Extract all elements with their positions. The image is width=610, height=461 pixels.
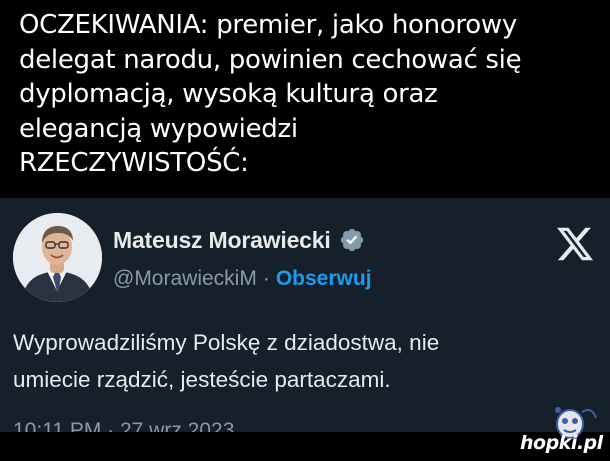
site-watermark: hopki.pl [502, 402, 603, 458]
tweet-text: Wyprowadziliśmy Polskę z dziadostwa, nie… [13, 324, 583, 398]
caption-line: delegat narodu, powinien cechować się [19, 44, 522, 75]
verified-badge-icon [340, 228, 363, 252]
caption-line: elegancją wypowiedzi [19, 113, 298, 144]
author-handle-row: @MorawieckiM · Obserwuj [113, 264, 372, 294]
avatar[interactable] [13, 213, 102, 302]
watermark-text: hopki.pl [520, 432, 603, 454]
author-name-row: Mateusz Morawiecki [113, 222, 365, 258]
tweet-timestamp[interactable]: 10:11 PM · 27 wrz 2023 [13, 416, 234, 432]
tweet-text-line: Wyprowadziliśmy Polskę z dziadostwa, nie [13, 330, 440, 355]
tweet-text-line: umiecie rządzić, jesteście partaczami. [13, 367, 391, 392]
meme-caption: OCZEKIWANIA: premier, jako honorowy dele… [0, 0, 610, 198]
tweet-card: Mateusz Morawiecki @MorawieckiM · Obserw… [0, 198, 610, 432]
x-logo-icon[interactable] [554, 224, 596, 264]
follow-button[interactable]: Obserwuj [276, 267, 372, 291]
caption-line: RZECZYWISTOŚĆ: [19, 148, 249, 178]
avatar-portrait-icon [13, 213, 102, 302]
author-handle[interactable]: @MorawieckiM [113, 267, 257, 291]
author-display-name[interactable]: Mateusz Morawiecki [113, 227, 331, 254]
caption-line: dyplomacją, wysoką kulturą oraz [19, 79, 438, 109]
caption-line: OCZEKIWANIA: premier, jako honorowy [19, 10, 517, 40]
separator-dot: · [262, 267, 270, 290]
